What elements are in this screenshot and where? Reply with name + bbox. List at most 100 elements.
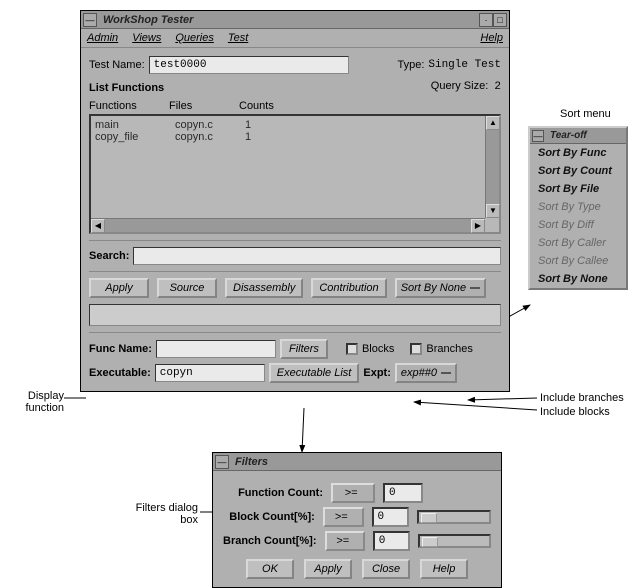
cell-file: copyn.c <box>175 119 245 131</box>
maximize-icon[interactable]: □ <box>493 13 507 27</box>
menubar-spacer <box>262 32 466 44</box>
annotation-include-blocks: Include blocks <box>540 406 610 418</box>
scroll-left-icon[interactable]: ◀ <box>91 219 105 233</box>
header-files: Files <box>169 100 239 112</box>
sort-option-menu[interactable]: Sort By None <box>395 278 486 298</box>
slider-thumb[interactable] <box>422 537 438 547</box>
window-menu-icon[interactable]: — <box>532 130 544 142</box>
vertical-scrollbar[interactable]: ▲ ▼ <box>485 116 499 218</box>
filters-button[interactable]: Filters <box>280 339 328 359</box>
sort-menu-item: Sort By Type <box>530 198 626 216</box>
apply-button[interactable]: Apply <box>89 278 149 298</box>
list-row[interactable]: copy_file copyn.c 1 <box>95 131 495 143</box>
filters-close-button[interactable]: Close <box>362 559 410 579</box>
sort-menu-item[interactable]: Sort By Func <box>530 144 626 162</box>
filters-help-button[interactable]: Help <box>420 559 468 579</box>
cell-count: 1 <box>245 119 285 131</box>
list-content: main copyn.c 1 copy_file copyn.c 1 <box>91 116 499 232</box>
list-row[interactable]: main copyn.c 1 <box>95 119 495 131</box>
annotation-sort-menu: Sort menu <box>560 108 611 120</box>
contribution-button[interactable]: Contribution <box>311 278 386 298</box>
branch-count-op[interactable]: >= <box>325 531 365 551</box>
sort-menu-item: Sort By Caller <box>530 234 626 252</box>
minimize-icon[interactable]: · <box>479 13 493 27</box>
scroll-right-icon[interactable]: ▶ <box>471 219 485 233</box>
cell-fn: copy_file <box>95 131 175 143</box>
separator <box>89 240 501 241</box>
cell-count: 1 <box>245 131 285 143</box>
type-value: Single Test <box>428 59 501 71</box>
executable-field[interactable]: copyn <box>155 364 265 382</box>
expt-option-menu[interactable]: exp##0 <box>395 363 457 383</box>
menu-test[interactable]: Test <box>228 32 248 44</box>
menu-views[interactable]: Views <box>132 32 161 44</box>
function-count-value[interactable]: 0 <box>383 483 423 503</box>
block-count-op[interactable]: >= <box>323 507 364 527</box>
filters-apply-button[interactable]: Apply <box>304 559 352 579</box>
annotation-include-branches: Include branches <box>540 392 624 404</box>
sort-option-label: Sort By None <box>401 282 466 294</box>
function-count-op[interactable]: >= <box>331 483 375 503</box>
sort-menu-item[interactable]: Sort By Count <box>530 162 626 180</box>
block-count-label: Block Count[%]: <box>223 511 315 523</box>
sort-menu-item[interactable]: Sort By File <box>530 180 626 198</box>
query-size-label: Query Size: <box>431 80 488 92</box>
branch-count-label: Branch Count[%]: <box>223 535 317 547</box>
main-title: WorkShop Tester <box>97 14 479 26</box>
scroll-up-icon[interactable]: ▲ <box>486 116 500 130</box>
filters-title: Filters <box>229 456 499 468</box>
branches-checkbox[interactable] <box>410 343 422 355</box>
func-name-field[interactable] <box>156 340 276 358</box>
menubar: Admin Views Queries Test Help <box>81 29 509 48</box>
scroll-track[interactable] <box>105 219 471 232</box>
window-menu-icon[interactable]: — <box>215 455 229 469</box>
block-count-value[interactable]: 0 <box>372 507 410 527</box>
branch-count-value[interactable]: 0 <box>373 531 410 551</box>
function-count-label: Function Count: <box>223 487 323 499</box>
annotation-display-function: Display function <box>4 390 64 414</box>
block-count-slider[interactable] <box>417 510 491 524</box>
window-menu-icon[interactable]: — <box>83 13 97 27</box>
header-functions: Functions <box>89 100 169 112</box>
list-headers: Functions Files Counts <box>89 98 501 114</box>
menu-queries[interactable]: Queries <box>175 32 214 44</box>
op-text: >= <box>336 535 349 547</box>
main-window: — WorkShop Tester · □ Admin Views Querie… <box>80 10 510 392</box>
scroll-down-icon[interactable]: ▼ <box>486 204 500 218</box>
sort-menu-item[interactable]: Sort By None <box>530 270 626 288</box>
search-label: Search: <box>89 250 129 262</box>
function-list[interactable]: main copyn.c 1 copy_file copyn.c 1 ▲ ▼ ◀… <box>89 114 501 234</box>
query-size-value: 2 <box>494 81 501 93</box>
blocks-checkbox[interactable] <box>346 343 358 355</box>
executable-label: Executable: <box>89 367 151 379</box>
menu-admin[interactable]: Admin <box>87 32 118 44</box>
slider-thumb[interactable] <box>421 513 437 523</box>
separator <box>89 332 501 333</box>
executable-list-button[interactable]: Executable List <box>269 363 360 383</box>
search-field[interactable] <box>133 247 501 265</box>
header-counts: Counts <box>239 100 299 112</box>
cell-file: copyn.c <box>175 131 245 143</box>
message-area <box>89 304 501 326</box>
main-titlebar[interactable]: — WorkShop Tester · □ <box>81 11 509 29</box>
filters-titlebar[interactable]: — Filters <box>213 453 501 471</box>
option-indicator-icon <box>470 287 480 289</box>
filters-dialog: — Filters Function Count: >= 0 Block Cou… <box>212 452 502 588</box>
branches-label: Branches <box>426 343 472 355</box>
blocks-label: Blocks <box>362 343 394 355</box>
scroll-track[interactable] <box>486 130 499 204</box>
branch-count-slider[interactable] <box>418 534 491 548</box>
op-text: >= <box>335 511 348 523</box>
source-button[interactable]: Source <box>157 278 217 298</box>
menu-help[interactable]: Help <box>480 32 503 44</box>
cell-fn: main <box>95 119 175 131</box>
sort-tearoff-menu: — Tear-off Sort By FuncSort By CountSort… <box>528 126 628 290</box>
test-name-field[interactable]: test0000 <box>149 56 349 74</box>
filters-ok-button[interactable]: OK <box>246 559 294 579</box>
horizontal-scrollbar[interactable]: ◀ ▶ <box>91 218 485 232</box>
sort-menu-item: Sort By Callee <box>530 252 626 270</box>
option-indicator-icon <box>441 372 451 374</box>
tearoff-titlebar[interactable]: — Tear-off <box>530 128 626 144</box>
annotation-filters-dialog: Filters dialog box <box>108 502 198 526</box>
disassembly-button[interactable]: Disassembly <box>225 278 303 298</box>
